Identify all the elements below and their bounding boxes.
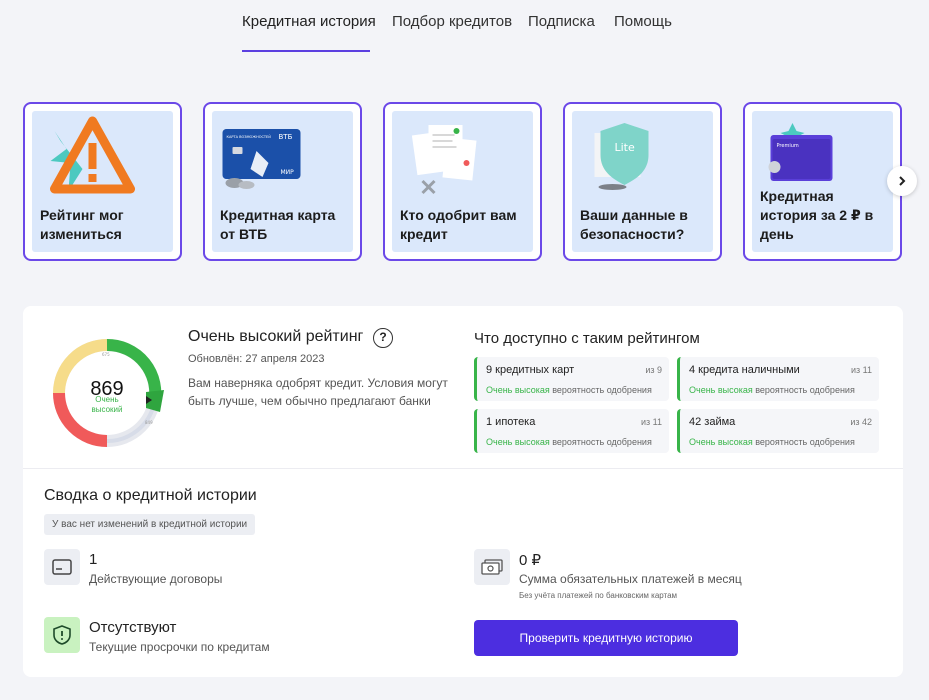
payments-note: Без учёта платежей по банковским картам: [519, 591, 678, 600]
promo-title: Рейтинг мог изменить­ся: [40, 207, 124, 242]
overdue-stat-icon: [44, 617, 80, 653]
score-description: Вам наверняка одобрят кредит. Условия мо…: [188, 376, 448, 408]
payments-stat-icon: [474, 549, 510, 585]
score-updated: Обновлён: 27 апреля 2023: [188, 353, 325, 365]
offer-probability: Очень высокая вероятность одобрения: [486, 437, 652, 447]
payments-label: Сумма обязательных платежей в месяц: [519, 572, 742, 586]
score-title: Очень высокий рейтинг: [188, 328, 364, 345]
tab-help[interactable]: Помощь: [614, 13, 672, 30]
promo-card-rating-changed[interactable]: Рейтинг мог изменить­ся: [23, 102, 182, 261]
promo-card-history-subscription[interactable]: Premium Кредитная история за 2 ₽ в день: [743, 102, 902, 261]
contracts-stat-icon: [44, 549, 80, 585]
documents-icon: [411, 125, 477, 195]
offer-cash-loans[interactable]: 4 кредита наличными из 11 Очень высокая …: [677, 357, 879, 401]
offer-mortgage[interactable]: 1 ипотека из 11 Очень высокая вероятност…: [474, 409, 669, 453]
gauge-mark-right: 849: [145, 420, 153, 425]
promo-title: Кредитная история за 2 ₽ в день: [760, 188, 874, 242]
tab-subscription[interactable]: Подписка: [528, 13, 595, 30]
carousel-next-button[interactable]: [887, 166, 917, 196]
offer-name: 42 займа: [689, 416, 736, 428]
card-network-text: МИР: [281, 169, 295, 176]
folder-text: Premium: [777, 143, 799, 149]
credit-rating-card: 675 849 869 Очень высокий Очень высокий …: [23, 306, 903, 677]
overdue-label: Текущие просрочки по кредитам: [89, 640, 270, 654]
offer-microloans[interactable]: 42 займа из 42 Очень высокая вероятность…: [677, 409, 879, 453]
offer-probability: Очень высокая вероятность одобрения: [689, 437, 855, 447]
promo-title: Ваши данные в безопасности?: [580, 207, 688, 242]
card-icon: [52, 559, 72, 575]
no-changes-badge: У вас нет изменений в кредитной истории: [44, 514, 256, 535]
offer-count: из 11: [851, 365, 872, 375]
tab-loan-selection[interactable]: Подбор кредитов: [392, 13, 512, 30]
tab-credit-history[interactable]: Кредитная история: [242, 13, 376, 30]
offer-name: 9 кредитных карт: [486, 364, 575, 376]
promo-title: Кредитная карта от ВТБ: [220, 207, 336, 242]
score-level-label: Очень высокий: [91, 395, 123, 414]
offer-credit-cards[interactable]: 9 кредитных карт из 9 Очень высокая веро…: [474, 357, 669, 401]
offer-probability: Очень высокая вероятность одобрения: [486, 385, 652, 395]
shield-lite-icon: Lite: [594, 123, 649, 190]
contracts-value: 1: [89, 551, 98, 568]
promo-card-vtb-card[interactable]: ВТБ КАРТА ВОЗМОЖНОСТЕЙ МИР Кредитная кар…: [203, 102, 362, 261]
check-credit-history-button[interactable]: Проверить кредитную историю: [474, 620, 738, 656]
offer-name: 1 ипотека: [486, 416, 536, 428]
gauge-mark-top: 675: [102, 352, 110, 357]
overdue-value: Отсутствуют: [89, 619, 177, 636]
banknotes-icon: [481, 559, 503, 575]
top-nav: Кредитная история Подбор кредитов Подпис…: [0, 0, 929, 55]
offer-name: 4 кредита наличными: [689, 364, 800, 376]
offer-count: из 9: [645, 365, 662, 375]
shield-alert-icon: [53, 625, 71, 645]
bank-card-icon: ВТБ КАРТА ВОЗМОЖНОСТЕЙ МИР: [222, 129, 301, 189]
active-tab-indicator: [242, 50, 370, 52]
shield-text: Lite: [615, 141, 635, 154]
summary-title: Сводка о кредитной истории: [44, 487, 257, 504]
warning-icon: [50, 116, 135, 194]
promo-title: Кто одобрит вам кредит: [400, 207, 517, 242]
promo-card-data-security[interactable]: Lite Ваши данные в безопасности?: [563, 102, 722, 261]
availability-title: Что доступно с таким рейтингом: [474, 330, 700, 347]
help-icon[interactable]: ?: [373, 328, 393, 348]
promo-card-who-approves[interactable]: Кто одобрит вам кредит: [383, 102, 542, 261]
rating-gauge: 675 849 869: [53, 338, 164, 447]
contracts-label: Действующие договоры: [89, 572, 223, 586]
offer-count: из 11: [641, 417, 662, 427]
card-caption-text: КАРТА ВОЗМОЖНОСТЕЙ: [227, 134, 272, 139]
offer-count: из 42: [850, 417, 872, 427]
card-bank-text: ВТБ: [279, 133, 293, 141]
offer-probability: Очень высокая вероятность одобрения: [689, 385, 855, 395]
section-divider: [23, 468, 903, 469]
chevron-right-icon: [899, 176, 906, 186]
payments-value: 0 ₽: [519, 552, 542, 569]
